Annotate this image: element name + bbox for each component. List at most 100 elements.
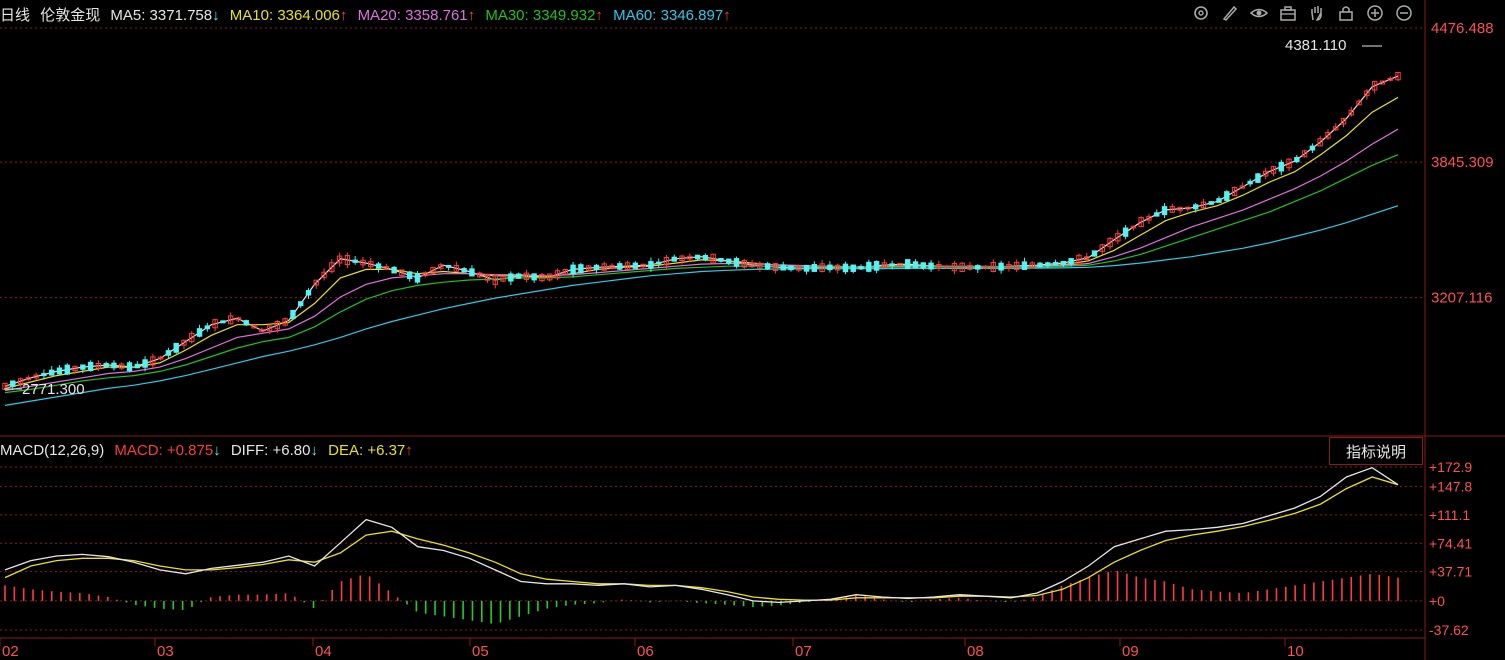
- candle-body: [142, 359, 148, 368]
- candle-body: [827, 264, 833, 271]
- candle: [111, 360, 117, 371]
- candle: [1263, 167, 1269, 180]
- candle-body: [196, 328, 203, 337]
- candle-body: [788, 265, 794, 271]
- candle-body: [803, 264, 810, 272]
- candle-body: [414, 273, 421, 283]
- candles: [2, 71, 1401, 391]
- candle: [842, 261, 849, 275]
- candle: [1255, 173, 1261, 184]
- x-tick-label: 03: [157, 643, 174, 660]
- zoom-out-icon[interactable]: [1393, 2, 1415, 24]
- hand-icon[interactable]: [1306, 2, 1328, 24]
- indicator-explain-button[interactable]: 指标说明: [1329, 437, 1423, 465]
- briefcase-icon[interactable]: [1277, 2, 1299, 24]
- candle: [243, 319, 249, 327]
- candle-body: [1037, 262, 1043, 268]
- candle-body: [1021, 261, 1028, 270]
- candle-body: [593, 264, 600, 271]
- candle: [905, 259, 911, 270]
- x-tick-label: 05: [472, 643, 489, 660]
- candle: [352, 255, 358, 265]
- instrument-label: 伦敦金现: [40, 7, 101, 24]
- candle: [1216, 196, 1222, 203]
- candle: [1177, 206, 1183, 214]
- candle: [1037, 262, 1043, 268]
- ma5-value: MA5: 3371.758↓: [110, 7, 220, 24]
- candle-body: [694, 254, 701, 260]
- candle-body: [858, 266, 864, 270]
- candle-body: [578, 264, 584, 274]
- eye-icon[interactable]: [1248, 2, 1270, 24]
- pen-icon[interactable]: [1219, 2, 1241, 24]
- x-tick-label: 09: [1122, 643, 1139, 660]
- candle: [1371, 80, 1378, 94]
- zoom-in-icon[interactable]: [1364, 2, 1386, 24]
- candle: [1224, 190, 1230, 203]
- candle: [227, 312, 234, 325]
- candle-body: [391, 266, 397, 274]
- price-header: 日线 伦敦金现 MA5: 3371.758↓ MA10: 3364.006↑ M…: [0, 4, 737, 24]
- candle: [912, 259, 919, 269]
- candle: [1333, 123, 1339, 132]
- macd-tick-label: +74.41: [1429, 535, 1472, 551]
- ma-line-ma10: [4, 96, 1399, 389]
- candle-body: [243, 320, 249, 326]
- candle-body: [1216, 198, 1222, 203]
- candle: [56, 365, 63, 376]
- candle-body: [1247, 180, 1253, 185]
- chart-canvas: 4476.488 3845.309 3207.116 +172.9 +147.8 +111…: [0, 0, 1505, 660]
- candle: [461, 266, 467, 273]
- candle: [624, 260, 631, 270]
- candle: [1278, 159, 1284, 176]
- candle-body: [671, 256, 677, 262]
- candle: [1301, 149, 1308, 158]
- candle-body: [1224, 191, 1230, 201]
- candle: [298, 301, 304, 309]
- candle: [764, 261, 771, 271]
- candle: [1247, 178, 1253, 187]
- candle: [655, 258, 662, 269]
- candle: [126, 360, 133, 373]
- candle-body: [1192, 204, 1199, 210]
- candle-body: [1161, 206, 1168, 216]
- candle-body: [375, 263, 382, 269]
- candle: [1161, 203, 1168, 218]
- macd-tick-label: +0: [1429, 593, 1445, 609]
- candle: [1091, 250, 1098, 257]
- candle: [383, 263, 390, 271]
- candle-body: [80, 364, 86, 370]
- candle: [1122, 225, 1129, 240]
- x-tick-label: 04: [315, 643, 332, 660]
- candle: [1130, 225, 1137, 231]
- candle-body: [461, 268, 467, 273]
- candle: [1309, 143, 1316, 154]
- candle-body: [570, 264, 576, 275]
- candle-body: [850, 264, 856, 272]
- candle: [1294, 154, 1300, 164]
- candle-body: [780, 264, 786, 271]
- candle-body: [764, 263, 771, 270]
- candle: [733, 256, 740, 269]
- candle-body: [406, 271, 413, 280]
- candle-body: [508, 273, 514, 282]
- candle: [321, 268, 327, 281]
- lock-icon[interactable]: [1335, 2, 1357, 24]
- settings-icon[interactable]: [1190, 2, 1212, 24]
- ma-line-ma30: [4, 154, 1399, 394]
- candle-body: [515, 273, 522, 279]
- candle-body: [718, 257, 724, 262]
- candle: [212, 318, 218, 332]
- candle: [928, 260, 934, 272]
- candle-body: [1045, 262, 1051, 267]
- candle-body: [648, 261, 654, 269]
- candle: [196, 324, 203, 338]
- price-tick-label: 3845.309: [1431, 154, 1494, 171]
- candle: [453, 261, 460, 272]
- candle-body: [998, 262, 1004, 271]
- x-tick-label: 10: [1287, 643, 1304, 660]
- candle: [632, 261, 639, 269]
- candle-body: [928, 262, 934, 270]
- candle-body: [204, 325, 211, 330]
- candle: [1208, 201, 1214, 206]
